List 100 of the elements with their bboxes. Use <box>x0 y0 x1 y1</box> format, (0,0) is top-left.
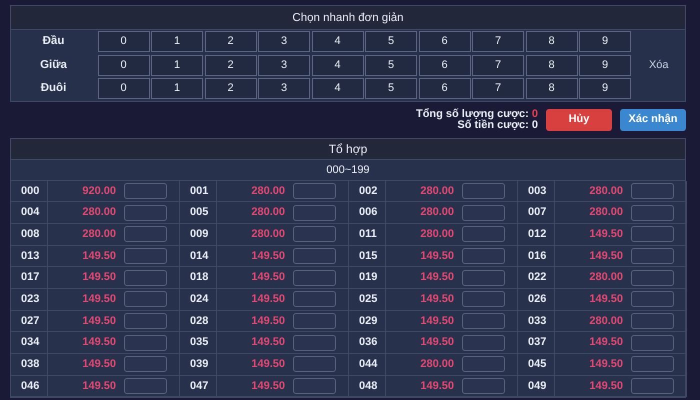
digit-button[interactable]: 1 <box>151 31 203 52</box>
amount-field[interactable] <box>124 226 167 242</box>
amount-field[interactable] <box>462 334 505 351</box>
amount-field[interactable] <box>631 356 674 372</box>
number-code: 005 <box>190 205 208 220</box>
row-label: Giữa <box>39 58 68 73</box>
amount-field[interactable] <box>293 270 336 286</box>
amount-field[interactable] <box>631 204 674 221</box>
digit-button[interactable]: 8 <box>526 54 578 76</box>
amount-field[interactable] <box>631 291 674 308</box>
amount-field[interactable] <box>631 226 674 242</box>
number-code: 044 <box>359 357 378 372</box>
number-code: 003 <box>528 184 546 199</box>
digit-button[interactable]: 9 <box>579 54 631 76</box>
digit-button[interactable]: 6 <box>418 78 470 100</box>
odds-value: 280.00 <box>588 184 623 199</box>
amount-field[interactable] <box>293 204 336 221</box>
amount-field[interactable] <box>462 226 505 242</box>
amount-field[interactable] <box>293 248 336 264</box>
number-code: 049 <box>528 378 546 394</box>
digit-button[interactable]: 5 <box>365 31 417 52</box>
odds-value: 149.50 <box>250 248 285 264</box>
number-code: 047 <box>190 378 208 394</box>
row-label: Đầu <box>42 34 66 50</box>
clear-button[interactable]: Xóa <box>648 57 669 74</box>
amount-field[interactable] <box>462 356 505 372</box>
digit-button[interactable]: 8 <box>526 31 578 52</box>
number-code: 037 <box>528 335 546 350</box>
digit-button[interactable]: 7 <box>472 31 524 52</box>
amount-field[interactable] <box>124 356 167 372</box>
digit-button[interactable]: 8 <box>526 78 578 100</box>
amount-field[interactable] <box>462 204 505 221</box>
digit-button[interactable]: 2 <box>204 54 256 76</box>
amount-field[interactable] <box>631 182 674 199</box>
digit-button[interactable]: 3 <box>258 31 310 52</box>
digit-button[interactable]: 5 <box>365 54 417 76</box>
odds-value: 280.00 <box>250 184 285 199</box>
digit-button[interactable]: 4 <box>312 54 364 76</box>
amount-field[interactable] <box>462 291 505 308</box>
odds-value: 280.00 <box>419 226 454 242</box>
digit-button[interactable]: 3 <box>258 54 310 76</box>
cancel-button[interactable]: Hủy <box>546 108 612 130</box>
digit-button[interactable]: 9 <box>579 78 631 100</box>
digit-button[interactable]: 0 <box>98 78 150 100</box>
amount-field[interactable] <box>124 248 167 264</box>
amount-field[interactable] <box>124 204 167 221</box>
odds-value: 149.50 <box>250 378 285 394</box>
amount-field[interactable] <box>293 182 336 199</box>
amount-field[interactable] <box>293 356 336 372</box>
amount-field[interactable] <box>124 334 167 351</box>
digit-button[interactable]: 1 <box>151 78 203 100</box>
amount-field[interactable] <box>462 312 505 329</box>
amount-field[interactable] <box>293 378 336 394</box>
digit-button[interactable]: 2 <box>204 31 256 52</box>
amount-field[interactable] <box>462 378 505 394</box>
odds-value: 280.00 <box>250 205 285 220</box>
digit-button[interactable]: 6 <box>418 31 470 52</box>
bet-amount-label: Số tiền cược: <box>457 118 530 130</box>
number-code: 016 <box>528 248 546 264</box>
odds-value: 149.50 <box>81 248 116 264</box>
amount-field[interactable] <box>124 291 167 308</box>
amount-field[interactable] <box>631 378 674 394</box>
digit-button[interactable]: 4 <box>312 78 364 100</box>
amount-field[interactable] <box>124 270 167 286</box>
digit-button[interactable]: 6 <box>418 54 470 76</box>
amount-field[interactable] <box>124 378 167 394</box>
digit-button[interactable]: 4 <box>312 31 364 52</box>
digit-button[interactable]: 0 <box>98 54 150 76</box>
digit-button[interactable]: 0 <box>98 31 150 52</box>
amount-field[interactable] <box>293 312 336 329</box>
amount-field[interactable] <box>124 182 167 199</box>
number-code: 024 <box>190 292 208 308</box>
amount-field[interactable] <box>631 270 674 286</box>
digit-button[interactable]: 1 <box>151 54 203 76</box>
odds-value: 149.50 <box>588 292 623 308</box>
digit-button[interactable]: 3 <box>258 78 310 100</box>
digit-button[interactable]: 7 <box>472 54 524 76</box>
odds-value: 149.50 <box>81 292 116 308</box>
amount-field[interactable] <box>631 312 674 329</box>
confirm-button[interactable]: Xác nhận <box>620 108 686 130</box>
amount-field[interactable] <box>293 334 336 351</box>
amount-field[interactable] <box>631 248 674 264</box>
amount-field[interactable] <box>293 226 336 242</box>
digit-button[interactable]: 5 <box>365 78 417 100</box>
digit-button[interactable]: 9 <box>579 31 631 52</box>
odds-value: 149.50 <box>588 226 623 242</box>
number-code: 008 <box>21 226 40 242</box>
digit-button[interactable]: 2 <box>204 78 256 100</box>
number-code: 025 <box>359 292 378 308</box>
amount-field[interactable] <box>462 182 505 199</box>
amount-field[interactable] <box>462 248 505 264</box>
number-code: 000 <box>21 184 40 199</box>
amount-field[interactable] <box>462 270 505 286</box>
amount-field[interactable] <box>293 291 336 308</box>
odds-value: 280.00 <box>588 205 623 220</box>
number-code: 002 <box>359 184 378 199</box>
number-code: 014 <box>190 248 208 264</box>
digit-button[interactable]: 7 <box>472 78 524 100</box>
amount-field[interactable] <box>124 312 167 329</box>
amount-field[interactable] <box>631 334 674 351</box>
